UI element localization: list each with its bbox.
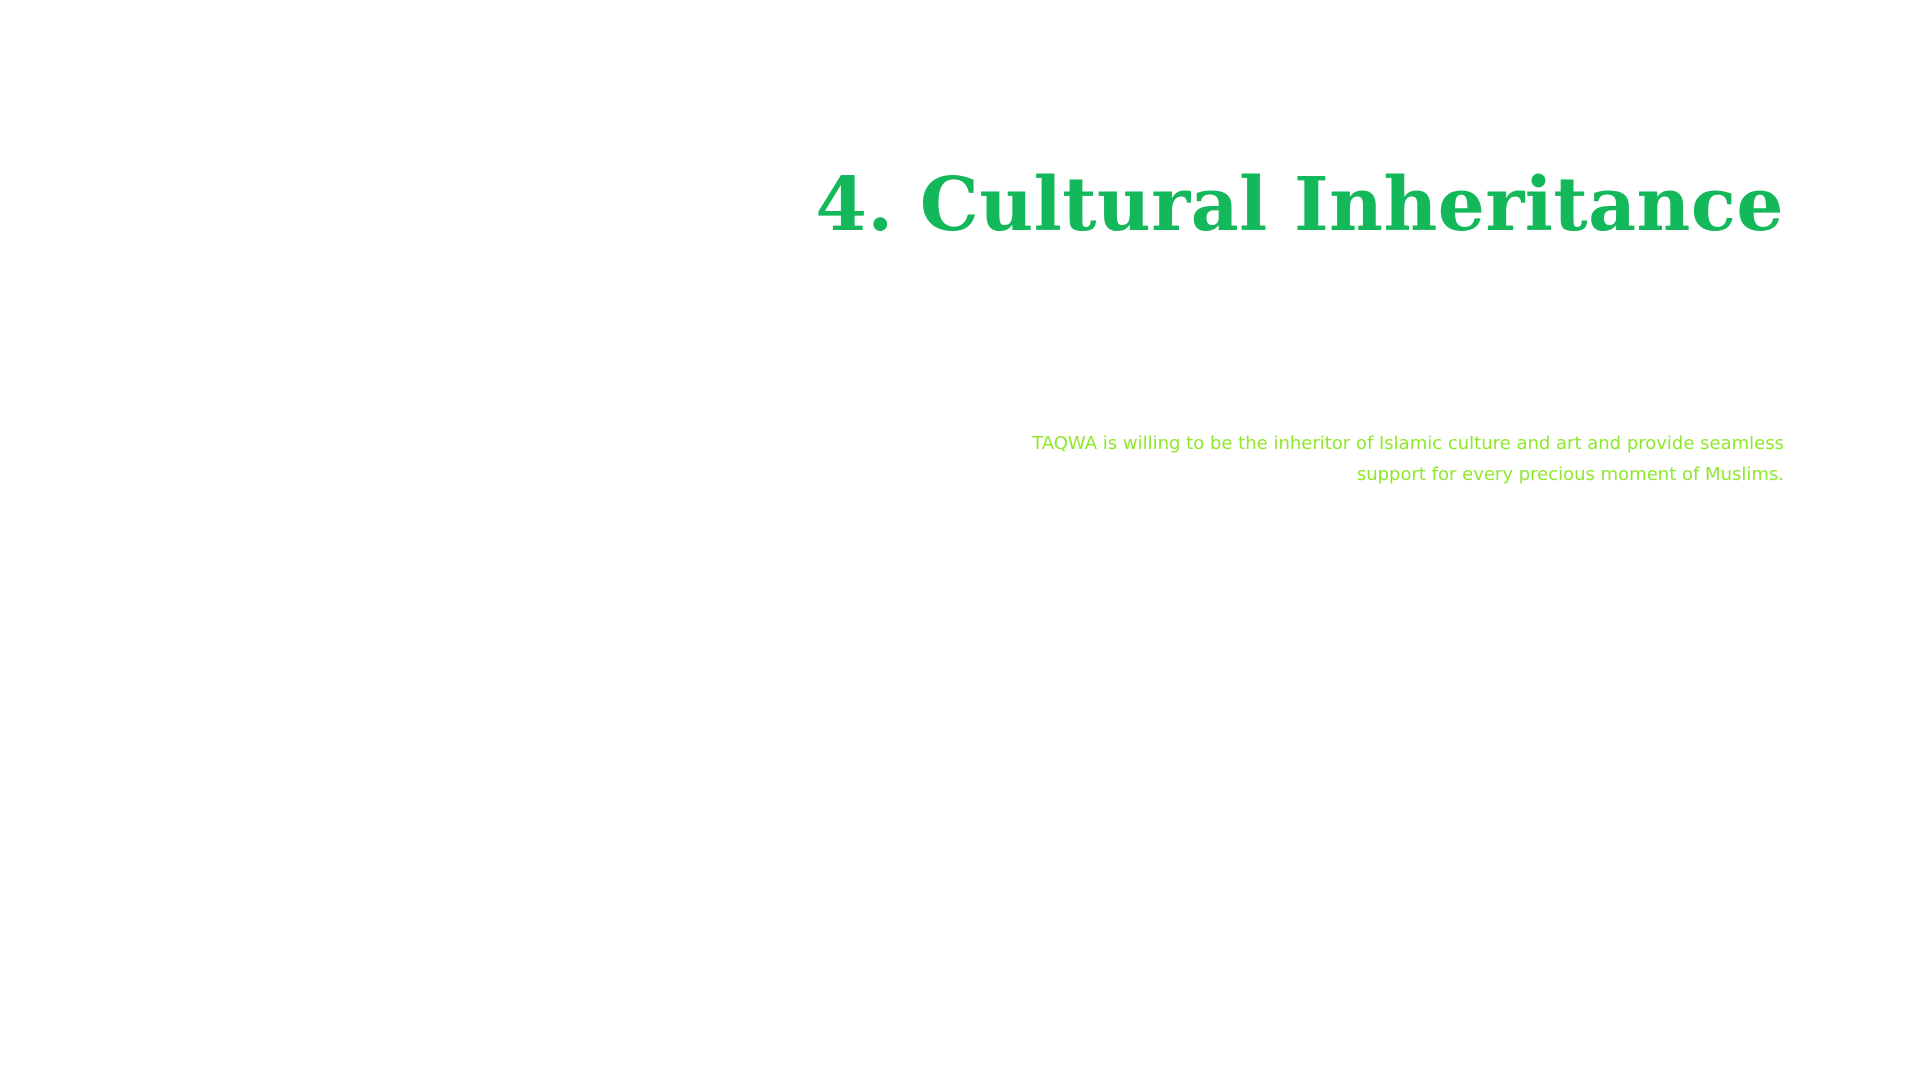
slide-title: 4. Cultural Inheritance (815, 162, 1784, 248)
slide: 4. Cultural Inheritance TAQWA is willing… (0, 0, 1920, 1080)
slide-body-text: TAQWA is willing to be the inheritor of … (1032, 433, 1784, 485)
